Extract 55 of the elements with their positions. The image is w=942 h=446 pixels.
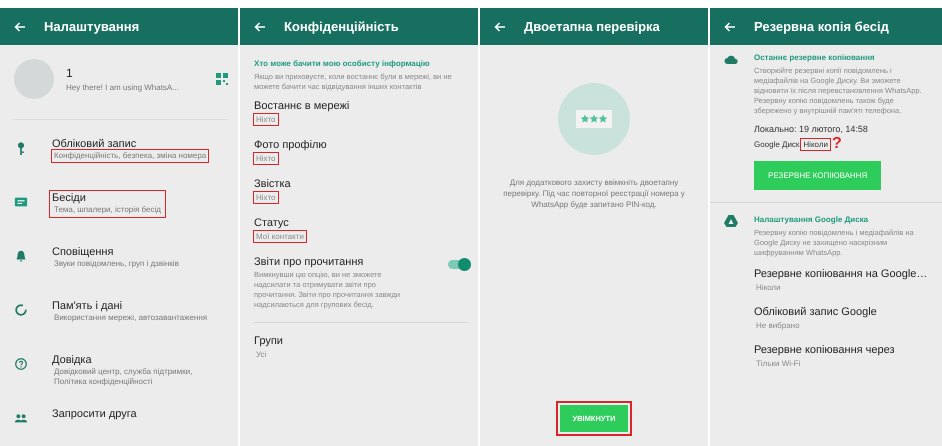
screen-title: Резервна копія бесід xyxy=(754,19,889,34)
section-title: Останнє резервне копіювання xyxy=(754,53,875,62)
pin-code-icon xyxy=(558,83,630,155)
drive-backup-value: Ніколи xyxy=(801,138,830,150)
privacy-option-title[interactable]: Фото профілю xyxy=(254,139,327,151)
setting-subtitle: Довідковий центр, служба підтримки, Політика конфіденційності xyxy=(53,366,194,388)
drive-backup-label: Google Диск xyxy=(754,140,800,148)
toggle-switch[interactable] xyxy=(448,260,468,269)
profile-name: 1 xyxy=(66,66,74,80)
profile-about: Hey there! I am using WhatsA... xyxy=(66,83,180,92)
privacy-option-value: Ніхто xyxy=(254,192,278,203)
screen-title: Двоетапна перевірка xyxy=(524,19,660,34)
setting-subtitle: Використання мережі, автозавантаження xyxy=(53,312,208,324)
setting-title[interactable]: Бесіди xyxy=(52,192,163,204)
back-arrow-icon[interactable] xyxy=(494,22,506,32)
read-receipts-title: Звіти про прочитання xyxy=(254,256,364,268)
privacy-option-value: Усі xyxy=(255,349,268,360)
privacy-option-value: Ніхто xyxy=(254,153,278,164)
section-title: Налаштування Google Диска xyxy=(754,215,868,224)
privacy-option-title[interactable]: Звістка xyxy=(254,178,291,190)
privacy-option-value: Ніхто xyxy=(254,114,278,125)
back-arrow-icon[interactable] xyxy=(14,22,26,32)
privacy-option-title[interactable]: Групи xyxy=(254,335,283,347)
privacy-option-title[interactable]: Статус xyxy=(254,217,289,229)
screen-title: Конфіденційність xyxy=(284,19,399,34)
backup-option-value: Тільки Wi-Fi xyxy=(755,358,802,369)
setting-title[interactable]: Обліковий запис xyxy=(52,138,208,150)
help-icon xyxy=(14,357,28,371)
section-title: Хто може бачити мою особисту інформацію xyxy=(254,59,431,68)
question-mark-annotation: ? xyxy=(832,137,842,151)
privacy-option-title[interactable]: Востаннє в мережі xyxy=(254,100,350,112)
back-arrow-icon[interactable] xyxy=(254,22,266,32)
privacy-option-value: Мої контакти xyxy=(254,231,306,242)
backup-option-value: Не вибрано xyxy=(755,320,801,331)
qr-code-icon[interactable] xyxy=(216,73,228,85)
data-icon xyxy=(14,303,28,317)
bell-icon xyxy=(14,249,28,263)
backup-option-title[interactable]: Резервне копіювання на Google… xyxy=(754,268,928,280)
cloud-icon xyxy=(724,53,738,65)
backup-option-title[interactable]: Резервне копіювання через xyxy=(754,344,895,356)
setting-subtitle: Конфіденційність, безпека, зміна номера xyxy=(52,150,208,162)
setting-title[interactable]: Довідка xyxy=(52,354,226,366)
two-step-note: Для додаткового захисту ввімкніть двоетапну перевірку. Під час повторної реєстрації номера у WhatsApp буде запитано PIN-код. xyxy=(502,177,686,210)
drive-icon xyxy=(724,215,738,227)
setting-title[interactable]: Сповіщення xyxy=(52,246,181,258)
setting-title[interactable]: Запросити друга xyxy=(52,408,137,420)
screen-title: Налаштування xyxy=(44,19,140,34)
chat-icon xyxy=(14,195,28,209)
local-backup-time: Локально: 19 лютого, 14:58 xyxy=(754,124,868,134)
back-arrow-icon[interactable] xyxy=(724,22,736,32)
setting-subtitle: Звуки повідомлень, груп і дзвінків xyxy=(53,258,180,270)
backup-option-value: Ніколи xyxy=(755,282,782,293)
setting-subtitle: Тема, шпалери, історія бесід xyxy=(53,204,162,216)
backup-option-title[interactable]: Обліковий запис Google xyxy=(754,306,877,318)
setting-title[interactable]: Пам'ять і дані xyxy=(52,300,210,312)
